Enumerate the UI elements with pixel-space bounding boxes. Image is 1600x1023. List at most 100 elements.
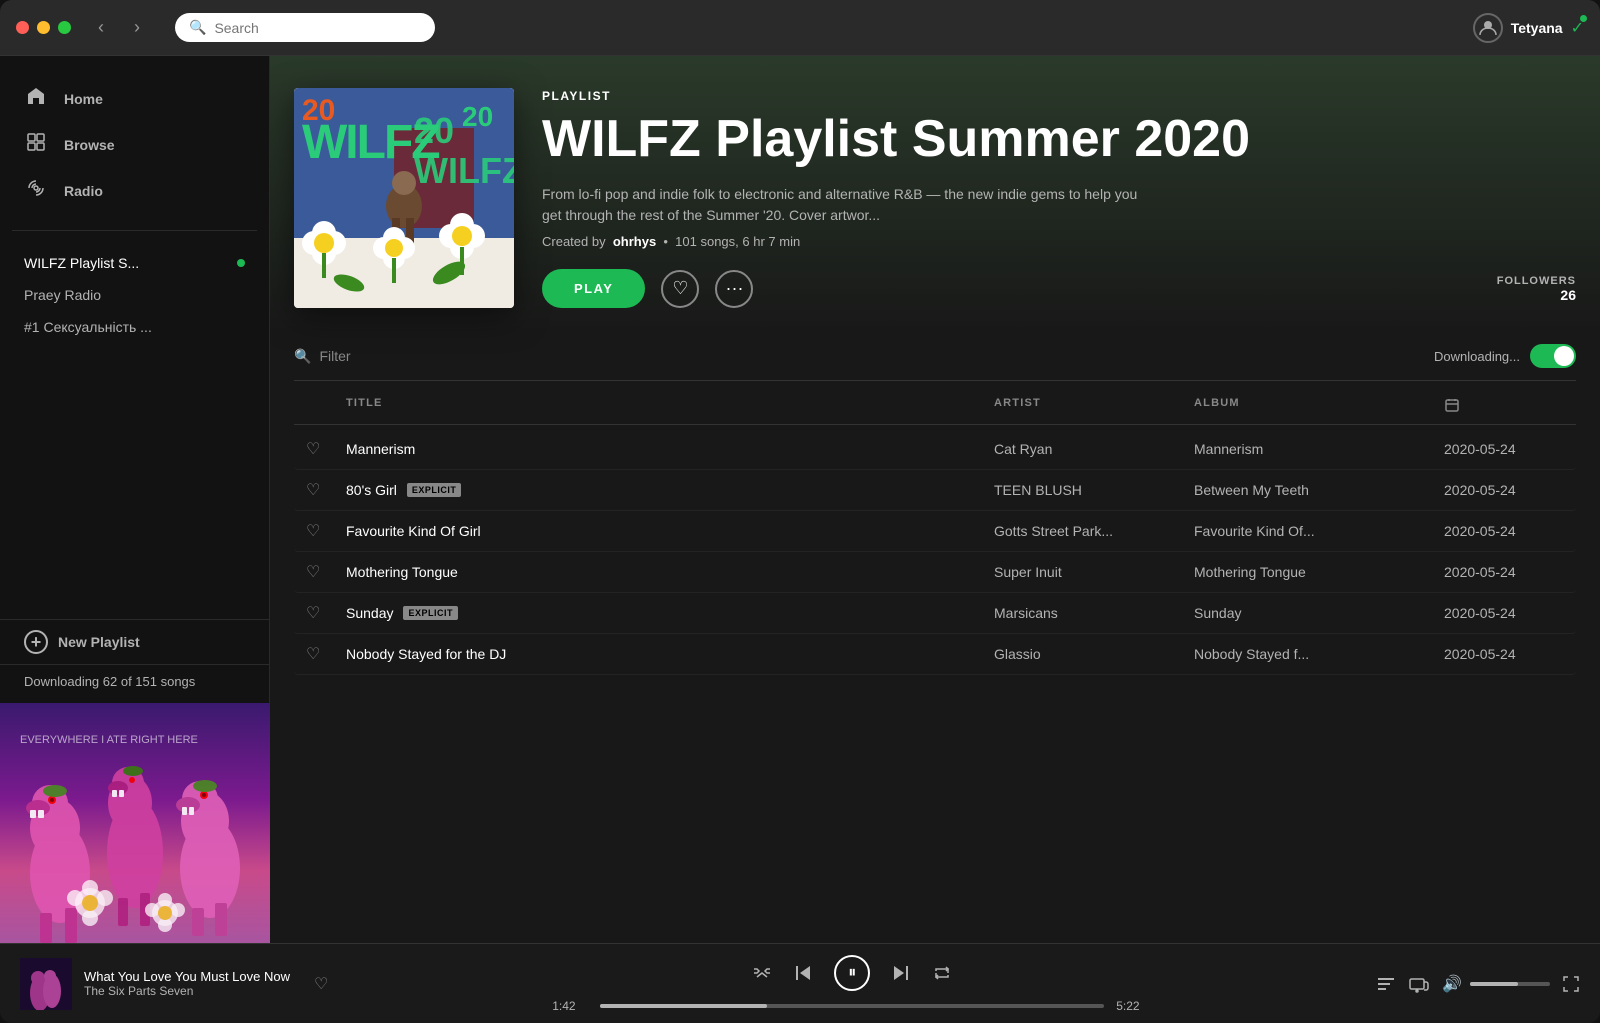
next-button[interactable]	[890, 962, 912, 984]
playlist-header: WILFZ 20 WILFZ 20 20	[270, 56, 1600, 332]
song-title: Mannerism	[346, 441, 415, 457]
table-row[interactable]: ♡ Mothering Tongue Super Inuit Mothering…	[294, 552, 1576, 593]
col-header-artist[interactable]: ARTIST	[994, 397, 1194, 416]
song-title-cell: Favourite Kind Of Girl	[346, 523, 994, 539]
close-button[interactable]	[16, 21, 29, 34]
np-track-name: What You Love You Must Love Now	[84, 969, 290, 984]
sidebar-item-wilfz[interactable]: WILFZ Playlist S...	[12, 247, 257, 279]
song-album: Nobody Stayed f...	[1194, 646, 1444, 662]
progress-bar[interactable]	[600, 1004, 1104, 1008]
queue-button[interactable]	[1376, 974, 1396, 994]
followers-area: FOLLOWERS 26	[1497, 275, 1576, 303]
download-toggle-area: Downloading...	[1434, 344, 1576, 368]
col-header-date[interactable]	[1444, 397, 1564, 416]
np-album-art	[20, 958, 72, 1010]
download-toggle[interactable]	[1530, 344, 1576, 368]
playlist-section: WILFZ Playlist S... Praey Radio #1 Сексу…	[0, 239, 269, 619]
sidebar: Home Browse Radio WILFZ	[0, 56, 270, 943]
np-artist-name: The Six Parts Seven	[84, 984, 290, 998]
browse-icon	[24, 132, 48, 158]
pause-button[interactable]: ⏸	[834, 955, 870, 991]
sidebar-item-home[interactable]: Home	[12, 76, 257, 122]
song-heart-button[interactable]: ♡	[306, 521, 346, 541]
total-time: 5:22	[1116, 999, 1152, 1013]
play-button[interactable]: PLAY	[542, 269, 645, 308]
table-row[interactable]: ♡ Nobody Stayed for the DJ Glassio Nobod…	[294, 634, 1576, 675]
playlist-meta: Created by ohrhys • 101 songs, 6 hr 7 mi…	[542, 234, 1576, 249]
user-area: Tetyana ✓	[1473, 13, 1584, 43]
song-title: Nobody Stayed for the DJ	[346, 646, 506, 662]
minimize-button[interactable]	[37, 21, 50, 34]
new-playlist-button[interactable]: + New Playlist	[0, 619, 269, 664]
filter-input-wrap[interactable]: 🔍 Filter	[294, 348, 351, 365]
song-heart-button[interactable]: ♡	[306, 480, 346, 500]
song-date: 2020-05-24	[1444, 646, 1564, 662]
svg-text:EVERYWHERE I ATE RIGHT HERE: EVERYWHERE I ATE RIGHT HERE	[20, 734, 198, 746]
volume-control: 🔊	[1442, 974, 1550, 994]
svg-text:20: 20	[462, 101, 493, 132]
playlist-type-label: PLAYLIST	[542, 89, 1576, 103]
song-album: Mothering Tongue	[1194, 564, 1444, 580]
creator-name: ohrhys	[613, 234, 656, 249]
nav-buttons: ‹ ›	[87, 14, 151, 42]
shuffle-button[interactable]	[752, 963, 772, 983]
traffic-lights	[16, 21, 71, 34]
song-heart-button[interactable]: ♡	[306, 603, 346, 623]
devices-button[interactable]	[1408, 973, 1430, 995]
sidebar-item-browse[interactable]: Browse	[12, 122, 257, 168]
forward-button[interactable]: ›	[123, 14, 151, 42]
song-album: Favourite Kind Of...	[1194, 523, 1444, 539]
avatar[interactable]	[1473, 13, 1503, 43]
table-row[interactable]: ♡ Mannerism Cat Ryan Mannerism 2020-05-2…	[294, 429, 1576, 470]
np-heart-button[interactable]: ♡	[314, 974, 328, 994]
control-buttons: ⏸	[752, 955, 952, 991]
col-header-album[interactable]: ALBUM	[1194, 397, 1444, 416]
fullscreen-button[interactable]	[1562, 975, 1580, 993]
followers-label: FOLLOWERS	[1497, 275, 1576, 287]
song-heart-button[interactable]: ♡	[306, 644, 346, 664]
song-heart-button[interactable]: ♡	[306, 562, 346, 582]
prev-button[interactable]	[792, 962, 814, 984]
download-status-text: Downloading 62 of 151 songs	[24, 674, 195, 689]
table-row[interactable]: ♡ 80's Girl EXPLICIT TEEN BLUSH Between …	[294, 470, 1576, 511]
main-layout: Home Browse Radio WILFZ	[0, 56, 1600, 943]
now-playing-bar: What You Love You Must Love Now The Six …	[0, 943, 1600, 1023]
song-heart-button[interactable]: ♡	[306, 439, 346, 459]
back-button[interactable]: ‹	[87, 14, 115, 42]
playlist-item-label: WILFZ Playlist S...	[24, 255, 139, 271]
volume-icon[interactable]: 🔊	[1442, 974, 1462, 994]
search-icon: 🔍	[189, 19, 206, 36]
downloading-label: Downloading...	[1434, 349, 1520, 364]
progress-row: 1:42 5:22	[552, 999, 1152, 1013]
table-row[interactable]: ♡ Sunday EXPLICIT Marsicans Sunday 2020-…	[294, 593, 1576, 634]
cover-art: WILFZ 20 WILFZ 20 20	[294, 88, 514, 308]
search-bar[interactable]: 🔍	[175, 13, 435, 42]
song-title: 80's Girl	[346, 482, 397, 498]
volume-bar[interactable]	[1470, 982, 1550, 986]
table-row[interactable]: ♡ Favourite Kind Of Girl Gotts Street Pa…	[294, 511, 1576, 552]
song-artist: Gotts Street Park...	[994, 523, 1194, 539]
more-button[interactable]: ···	[715, 270, 753, 308]
followers-count: 26	[1497, 287, 1576, 303]
search-input[interactable]	[214, 20, 421, 36]
volume-fill	[1470, 982, 1518, 986]
svg-text:20: 20	[302, 94, 335, 127]
repeat-button[interactable]	[932, 963, 952, 983]
song-title-cell: Mothering Tongue	[346, 564, 994, 580]
user-name: Tetyana	[1511, 20, 1563, 36]
sidebar-nav: Home Browse Radio	[0, 56, 269, 222]
maximize-button[interactable]	[58, 21, 71, 34]
song-title-cell: Nobody Stayed for the DJ	[346, 646, 994, 662]
song-date: 2020-05-24	[1444, 564, 1564, 580]
col-header-heart	[306, 397, 346, 416]
sidebar-item-top1[interactable]: #1 Сексуальність ...	[12, 311, 257, 343]
svg-text:20: 20	[414, 110, 454, 151]
like-button[interactable]: ♡	[661, 270, 699, 308]
song-artist: Marsicans	[994, 605, 1194, 621]
np-track-info: What You Love You Must Love Now The Six …	[84, 969, 290, 998]
sidebar-item-radio[interactable]: Radio	[12, 168, 257, 214]
online-indicator	[237, 259, 245, 267]
radio-icon	[24, 178, 48, 204]
col-header-title[interactable]: TITLE	[346, 397, 994, 416]
sidebar-item-praey[interactable]: Praey Radio	[12, 279, 257, 311]
